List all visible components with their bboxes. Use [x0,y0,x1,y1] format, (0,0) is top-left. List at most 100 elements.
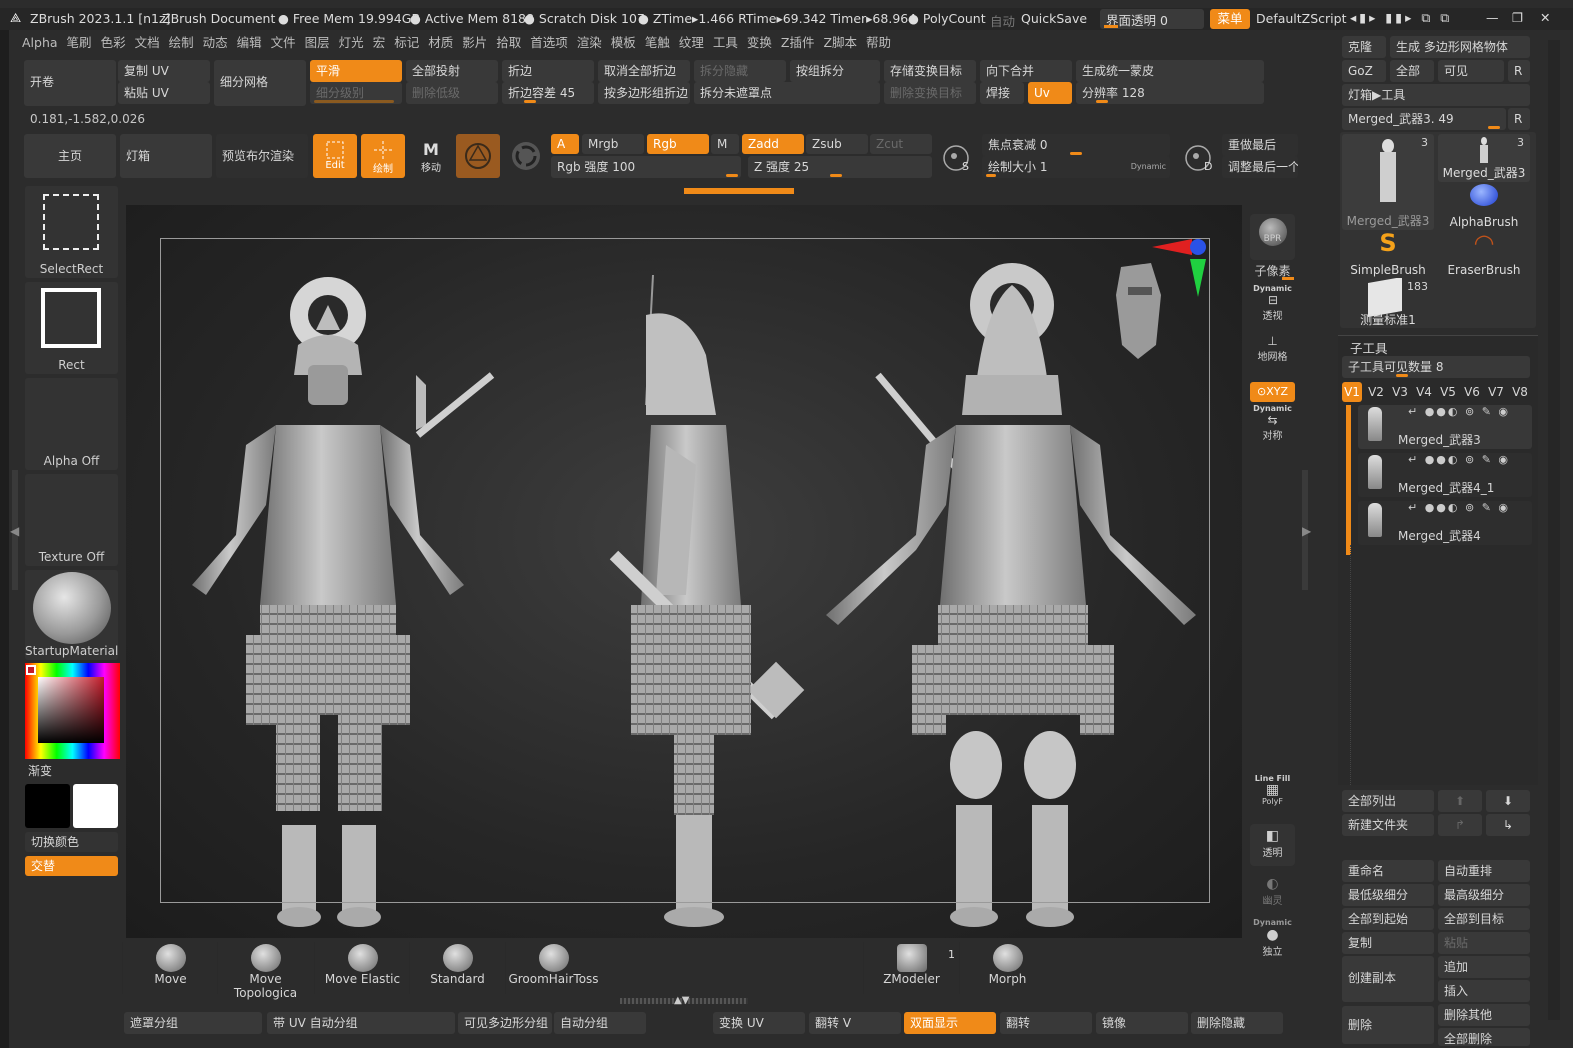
store-morph-button[interactable]: 存储变换目标 [884,60,976,82]
floor-button[interactable]: ⊥ 地网格 [1250,334,1295,370]
crease-polygroups-button[interactable]: 按多边形组折边 [598,82,690,104]
menu-item[interactable]: 标记 [394,32,419,54]
append-button[interactable]: 追加 [1438,956,1530,978]
color-picker[interactable] [25,663,120,759]
brush-slot[interactable]: Morph [959,942,1055,994]
split-unmasked-button[interactable]: 拆分未遮罩点 [694,82,880,104]
subdivide-button[interactable]: 细分网格 [214,60,306,106]
subtool-row[interactable]: ↵ ●●◐ ⊚ ✎ ◉ Merged_武器4 [1358,501,1532,545]
menu-toggle-button[interactable]: 菜单 [1210,9,1250,29]
menu-item[interactable]: 材质 [428,32,453,54]
home-button[interactable]: 主页 [24,134,116,178]
clone-button[interactable]: 克隆 [1342,36,1386,58]
menu-item[interactable]: 纹理 [679,32,704,54]
sculptris-d-button[interactable]: D [1180,140,1218,176]
subdiv-level-slider[interactable]: 细分级别 [310,82,402,104]
goz-r-button[interactable]: R [1508,60,1530,82]
tool-thumbnail[interactable]: Merged_武器3 3 [1438,134,1530,182]
paste-subtool-button[interactable]: 粘贴 [1438,932,1530,954]
new-folder-button[interactable]: 新建文件夹 [1342,814,1434,836]
lightbox-tools-button[interactable]: 灯箱▶工具 [1342,84,1530,106]
subtool-controls-icon[interactable]: ↵ ●●◐ ⊚ ✎ ◉ [1408,453,1510,466]
delete-morph-button[interactable]: 删除变换目标 [884,82,976,104]
bottom-bar-button[interactable]: 带 UV 自动分组 [267,1012,455,1034]
move-up-icon[interactable]: ⬆ [1438,790,1482,812]
subtool-controls-icon[interactable]: ↵ ●●◐ ⊚ ✎ ◉ [1408,501,1510,514]
ghost-button[interactable]: ◐ 幽灵 [1250,876,1295,912]
ui-transparency-slider[interactable]: 界面透明 0 [1100,9,1204,29]
goz-all-button[interactable]: 全部 [1390,60,1434,82]
crease-button[interactable]: 折边 [502,60,594,82]
version-tab-v4[interactable]: V4 [1414,382,1434,402]
smooth-toggle[interactable]: 平滑 [310,60,402,82]
uncrease-all-button[interactable]: 取消全部折边 [598,60,690,82]
menu-item[interactable]: Alpha [22,32,58,54]
subtool-controls-icon[interactable]: ↵ ●●◐ ⊚ ✎ ◉ [1408,405,1510,418]
menu-item[interactable]: 变换 [747,32,772,54]
default-zscript[interactable]: DefaultZScript [1256,11,1347,26]
bpr-button[interactable]: BPR [1250,214,1295,260]
bottom-bar-button[interactable]: 可见多边形分组 [458,1012,552,1034]
rename-button[interactable]: 重命名 [1342,860,1434,882]
menu-item[interactable]: 文件 [271,32,296,54]
layout-icons[interactable]: ◂▮▸ ▮▮▸ ⧉ ⧉ [1350,10,1452,26]
scale-mode-button[interactable] [456,134,500,178]
version-tab-v5[interactable]: V5 [1438,382,1458,402]
zcut-toggle[interactable]: Zcut [870,134,932,154]
edit-mode-button[interactable]: Edit [313,134,357,178]
menu-item[interactable]: Z插件 [781,32,815,54]
lightbox-button[interactable]: 灯箱 [120,134,212,178]
color-square[interactable] [38,677,104,743]
draw-size-slider[interactable]: 绘制大小 1 Dynamic [982,156,1170,178]
delete-lower-button[interactable]: 删除低级 [406,82,498,104]
create-copy-button[interactable]: 创建副本 [1342,956,1434,1002]
open-button[interactable]: 开卷 [24,60,116,106]
subtool-row[interactable]: ↵ ●●◐ ⊚ ✎ ◉ Merged_武器3 [1358,405,1532,449]
tool-thumbnail[interactable]: 测量标准1 183 [1342,278,1434,326]
split-hidden-button[interactable]: 拆分隐藏 [694,60,786,82]
maximize-icon[interactable]: ❐ [1512,10,1523,25]
delete-other-button[interactable]: 删除其他 [1438,1004,1530,1026]
menu-item[interactable]: 笔触 [645,32,670,54]
tool-thumbnail[interactable]: ◠ EraserBrush [1438,230,1530,278]
version-tab-v8[interactable]: V8 [1510,382,1530,402]
highest-subdiv-button[interactable]: 最高级细分 [1438,884,1530,906]
collapse-right-icon[interactable]: ▶ [1302,524,1311,538]
merge-down-button[interactable]: 向下合并 [980,60,1072,82]
subtool-visible-count-slider[interactable]: 子工具可见数量 8 [1342,356,1530,378]
menu-item[interactable]: 文档 [135,32,160,54]
rgb-intensity-slider[interactable]: Rgb 强度 100 [551,156,741,178]
bottom-bar-button[interactable]: 自动分组 [554,1012,646,1034]
alternate-toggle[interactable]: 交替 [25,856,118,876]
rotate-mode-button[interactable] [504,134,548,178]
project-all-button[interactable]: 全部投射 [406,60,498,82]
unified-skin-button[interactable]: 生成统一蒙皮 [1076,60,1264,82]
redo-last-button[interactable]: 重做最后 [1222,134,1298,156]
menu-item[interactable]: 影片 [462,32,487,54]
right-scrollbar[interactable] [1548,40,1560,1020]
menu-item[interactable]: 工具 [713,32,738,54]
delete-all-button[interactable]: 全部删除 [1438,1028,1530,1046]
draw-mode-button[interactable]: 绘制 [361,134,405,178]
crease-tolerance-slider[interactable]: 折边容差 45 [502,82,594,104]
polyframe-button[interactable]: Line Fill ▦ PolyF [1250,774,1295,814]
adjust-last-button[interactable]: 调整最后一个 [1222,156,1298,178]
texture-slot[interactable]: Texture Off [25,474,118,566]
toolbar-scroll-indicator[interactable] [684,188,794,194]
symmetry-button[interactable]: Dynamic ⇆ 对称 [1250,404,1295,444]
menu-item[interactable]: 首选项 [530,32,568,54]
m-toggle[interactable]: M [711,134,739,154]
move-mode-button[interactable]: M 移动 [409,134,453,178]
menu-item[interactable]: Z脚本 [823,32,857,54]
primary-color-swatch[interactable] [25,784,70,828]
bottom-bar-button[interactable]: 删除隐藏 [1191,1012,1283,1034]
collapse-left-icon[interactable]: ◀ [10,524,19,538]
subtool-row[interactable]: ↵ ●●◐ ⊚ ✎ ◉ Merged_武器4_1 [1358,453,1532,497]
transparent-button[interactable]: ◧ 透明 [1250,824,1295,866]
selectrect-brush-slot[interactable]: SelectRect [25,186,118,278]
menu-item[interactable]: 帮助 [866,32,891,54]
brush-slot[interactable]: ZModeler [863,942,959,994]
bottom-bar-button[interactable]: 镜像 [1096,1012,1188,1034]
bottom-bar-button[interactable]: 遮罩分组 [124,1012,262,1034]
subtool-scrollbar[interactable] [1346,405,1351,555]
